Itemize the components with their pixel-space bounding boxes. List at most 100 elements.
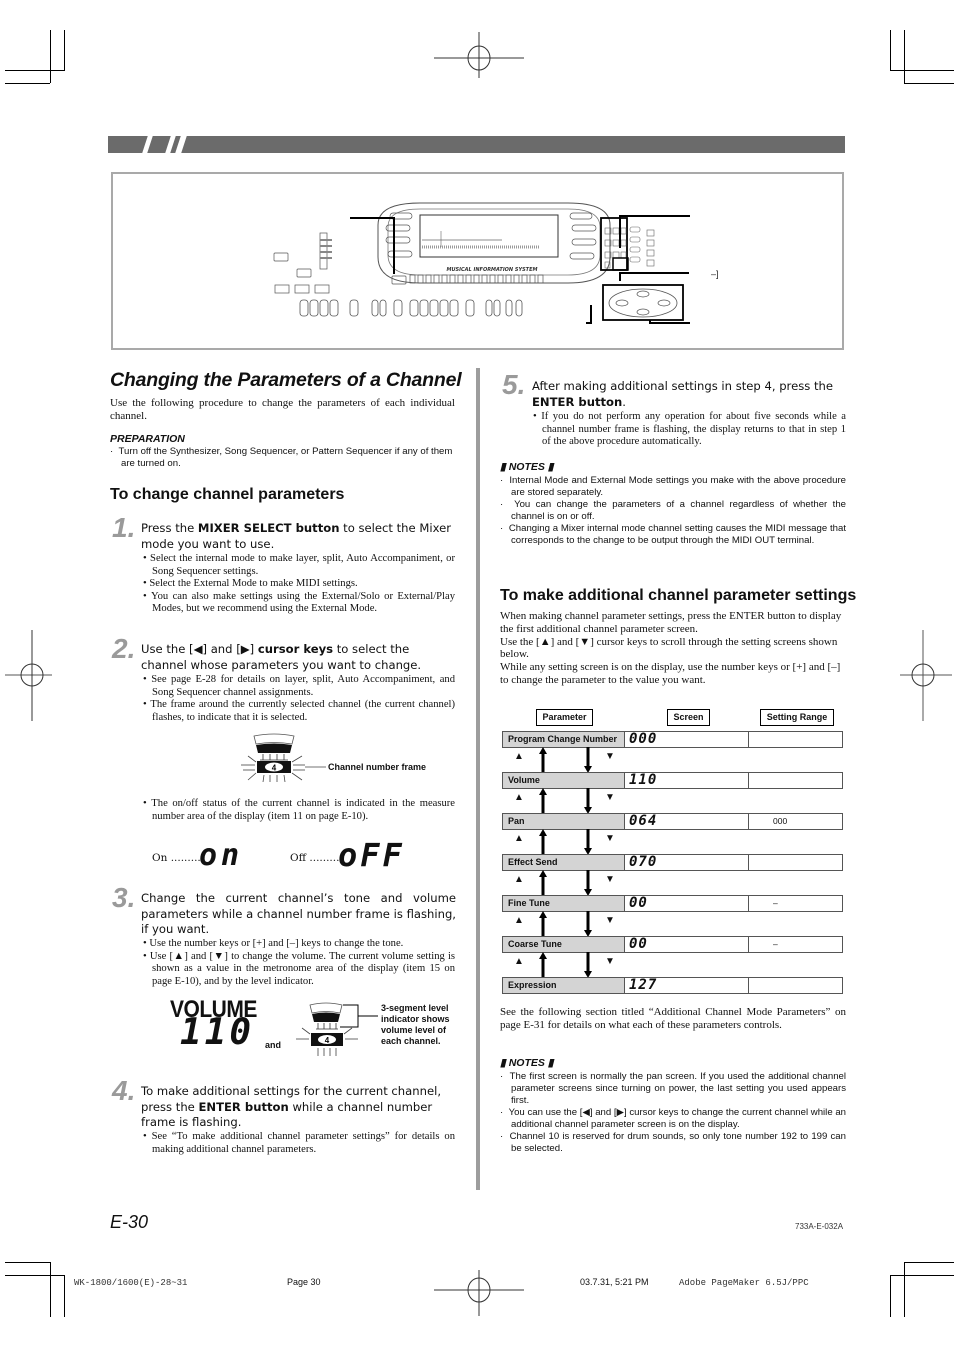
volume-value: 110 — [180, 1012, 255, 1053]
up-arrow-icon — [539, 870, 547, 896]
step-number-2: 2. — [112, 633, 136, 664]
table-row-range: 000 — [749, 813, 843, 830]
header-setting-range: Setting Range — [760, 709, 834, 726]
table-row-range: – — [749, 936, 843, 953]
down-arrow-icon — [584, 911, 592, 937]
list-item: · Channel 10 is reserved for drum sounds… — [500, 1131, 846, 1154]
notes-heading: ▮ NOTES ▮ — [500, 461, 554, 473]
doc-code: 733A-E-032A — [795, 1222, 844, 1231]
section2-text: When making channel parameter settings, … — [500, 610, 842, 686]
table-row-range — [749, 977, 843, 994]
up-triangle-icon: ▲ — [514, 833, 524, 844]
list-item: • See page E-28 for details on layer, sp… — [143, 674, 455, 698]
down-arrow-icon — [584, 788, 592, 814]
down-triangle-icon: ▼ — [605, 792, 615, 803]
channel-number: 4 — [272, 764, 277, 773]
display-caption: MUSICAL INFORMATION SYSTEM — [447, 267, 538, 273]
list-item: · The first screen is normally the pan s… — [500, 1071, 846, 1106]
channel-frame-label: Channel number frame — [328, 762, 427, 772]
preparation-bullet: · Turn off the Synthesizer, Song Sequenc… — [110, 446, 453, 469]
step-4-text: To make additional settings for the curr… — [141, 1084, 441, 1129]
step-number-4: 4. — [112, 1075, 136, 1106]
step-number-5: 5. — [502, 369, 526, 400]
down-triangle-icon: ▼ — [605, 833, 615, 844]
callout-label: –] — [711, 269, 719, 279]
intro-text: Use the following procedure to change th… — [110, 397, 455, 422]
table-row-screen: 070 — [625, 854, 749, 871]
section-heading-additional: To make additional channel parameter set… — [500, 587, 857, 604]
table-row-parameter: Volume — [502, 772, 625, 789]
preparation-heading: PREPARATION — [110, 433, 185, 445]
list-item: • Use the number keys or [+] and [–] key… — [143, 938, 404, 949]
down-triangle-icon: ▼ — [605, 956, 615, 967]
list-item: • If you do not perform any operation fo… — [533, 411, 847, 448]
up-triangle-icon: ▲ — [514, 792, 524, 803]
step-2-bullets: • See page E-28 for details on layer, sp… — [143, 674, 455, 724]
level-indicator-caption: 3-segment level indicator shows volume l… — [381, 1003, 450, 1046]
column-divider — [476, 368, 480, 1190]
notes-heading-2: ▮ NOTES ▮ — [500, 1057, 554, 1069]
list-item: · Internal Mode and External Mode settin… — [500, 475, 847, 498]
list-item: • Use [▲] and [▼] to change the volume. … — [143, 950, 456, 987]
table-row-screen: 000 — [625, 731, 749, 748]
table-row-screen: 00 — [625, 895, 749, 912]
down-triangle-icon: ▼ — [605, 915, 615, 926]
channel-frame-illustration: 4 — [241, 733, 326, 783]
step-1-text: Press the MIXER SELECT button to select … — [141, 521, 451, 551]
down-arrow-icon — [584, 870, 592, 896]
table-row-parameter: Expression — [502, 977, 625, 994]
step-number-3: 3. — [112, 882, 136, 913]
table-row-parameter: Fine Tune — [502, 895, 625, 912]
table-row-range: – — [749, 895, 843, 912]
list-item: · You can use the [◀] and [▶] cursor key… — [500, 1107, 847, 1130]
see-following-text: See the following section titled “Additi… — [500, 1006, 846, 1031]
list-item: · Changing a Mixer internal mode channel… — [500, 523, 846, 546]
footer-date: 03.7.31, 5:21 PM — [580, 1277, 649, 1287]
up-arrow-icon — [539, 911, 547, 937]
down-arrow-icon — [584, 952, 592, 978]
header-parameter: Parameter — [536, 709, 593, 726]
up-triangle-icon: ▲ — [514, 751, 524, 762]
table-row-range — [749, 772, 843, 789]
off-label: Off ......... — [290, 852, 340, 864]
registration-mark-right — [900, 630, 952, 721]
notes-list-2: · The first screen is normally the pan s… — [500, 1071, 846, 1155]
footer-file: WK-1800/1600(E)-28~31 — [74, 1278, 188, 1288]
list-item: • See “To make additional channel parame… — [143, 1131, 455, 1155]
list-item: • You can also make settings using the E… — [143, 590, 455, 615]
table-row-range — [749, 731, 843, 748]
and-label: and — [265, 1040, 282, 1050]
footer-page: Page 30 — [287, 1277, 321, 1287]
list-item: • The frame around the currently selecte… — [143, 699, 456, 723]
step-3-bullets: • Use the number keys or [+] and [–] key… — [143, 938, 455, 988]
up-triangle-icon: ▲ — [514, 874, 524, 885]
table-row-parameter: Pan — [502, 813, 625, 830]
notes-list-1: · Internal Mode and External Mode settin… — [500, 475, 846, 547]
off-lcd: oFF — [338, 836, 405, 874]
step-4-bullets: • See “To make additional channel parame… — [143, 1131, 455, 1156]
list-item: · You can change the parameters of a cha… — [500, 499, 846, 522]
up-arrow-icon — [539, 952, 547, 978]
table-row-screen: 00 — [625, 936, 749, 953]
table-row-screen: 110 — [625, 772, 749, 789]
table-row-screen: 127 — [625, 977, 749, 994]
list-item: • Select the internal mode to make layer… — [143, 553, 456, 577]
step-3-text: Change the current channel’s tone and vo… — [141, 891, 456, 936]
down-triangle-icon: ▼ — [605, 751, 615, 762]
footer-app: Adobe PageMaker 6.5J/PPC — [679, 1278, 809, 1288]
up-arrow-icon — [539, 788, 547, 814]
down-arrow-icon — [584, 747, 592, 773]
section-header-bar — [108, 136, 845, 153]
registration-mark-left — [5, 630, 52, 721]
up-arrow-icon — [539, 747, 547, 773]
table-row-screen: 064 — [625, 813, 749, 830]
step-5-bullets: • If you do not perform any operation fo… — [533, 411, 846, 449]
step-5-text: After making additional settings in step… — [532, 379, 833, 409]
page-number: E-30 — [110, 1212, 149, 1232]
keyboard-diagram: MUSICAL INFORMATION SYSTEM –] — [273, 202, 719, 324]
down-arrow-icon — [584, 829, 592, 855]
table-row-parameter: Program Change Number — [502, 731, 625, 748]
on-lcd: on — [199, 838, 244, 873]
step-number-1: 1. — [112, 512, 136, 543]
up-triangle-icon: ▲ — [514, 956, 524, 967]
